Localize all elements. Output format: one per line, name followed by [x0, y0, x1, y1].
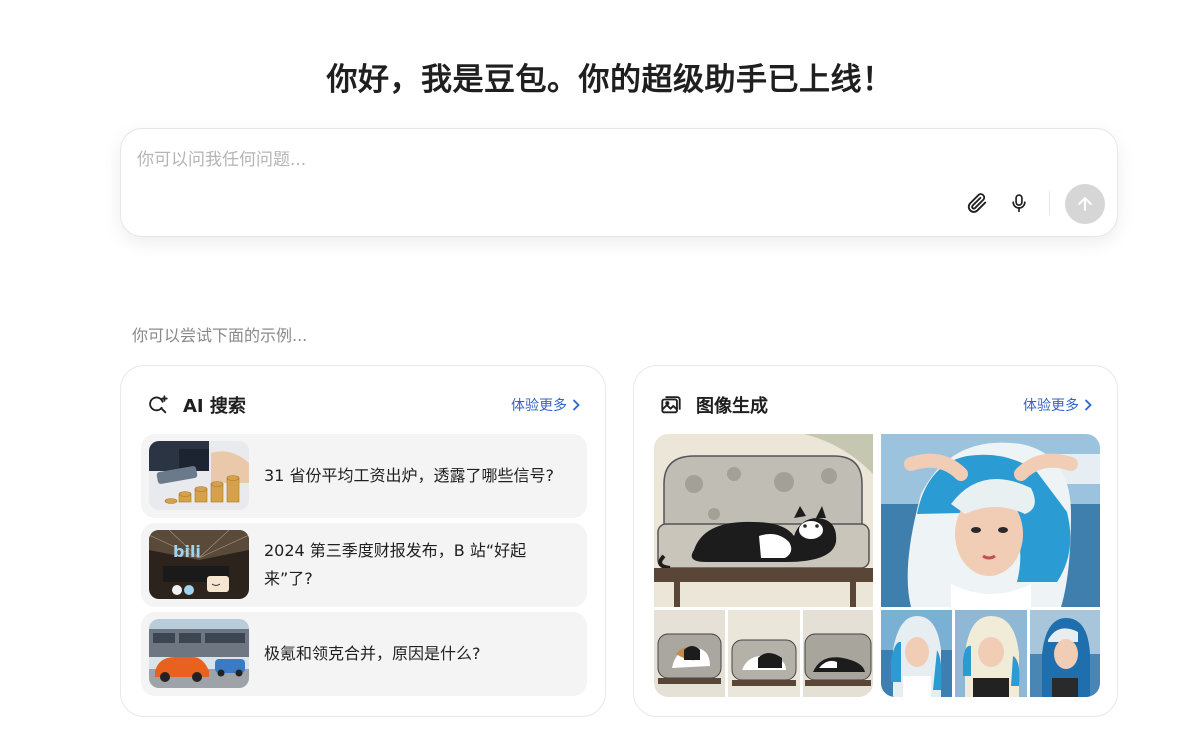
cat-sofa-thumbnail[interactable] [728, 610, 800, 697]
chat-input[interactable] [137, 145, 1037, 175]
page: 你好，我是豆包。你的超级助手已上线！ 你可以尝试下面的示例... [0, 0, 1180, 730]
examples-label: 你可以尝试下面的示例... [132, 326, 308, 345]
news-title: 极氪和领克合并，原因是什么? [264, 644, 481, 663]
ai-search-icon [147, 394, 169, 416]
welcome-headline: 你好，我是豆包。你的超级助手已上线！ [326, 62, 894, 98]
toolbar-divider [1049, 191, 1050, 215]
portrait-thumbnail[interactable] [955, 610, 1027, 697]
paperclip-icon [967, 193, 987, 213]
voice-input-button[interactable] [1005, 189, 1033, 217]
attach-button[interactable] [963, 189, 991, 217]
search-example-item[interactable]: 31 省份平均工资出炉，透露了哪些信号? [141, 434, 587, 518]
cat-sofa-image[interactable] [654, 434, 873, 607]
card-header: AI 搜索 体验更多 [147, 392, 581, 418]
news-title: 31 省份平均工资出炉，透露了哪些信号? [264, 466, 554, 485]
news-thumbnail: bili [149, 530, 249, 599]
image-gallery-icon [660, 394, 682, 416]
card-header: 图像生成 体验更多 [660, 392, 1093, 418]
microphone-icon [1012, 194, 1026, 213]
arrow-up-icon [1078, 197, 1092, 211]
search-more-link[interactable]: 体验更多 [511, 395, 581, 415]
image-examples-grid [654, 434, 1100, 697]
chevron-right-icon [573, 399, 580, 411]
news-thumbnail [149, 619, 249, 688]
more-link-label: 体验更多 [1023, 398, 1079, 414]
portrait-thumbnail[interactable] [1030, 610, 1100, 697]
cat-sofa-thumbnail[interactable] [803, 610, 873, 697]
more-link-label: 体验更多 [511, 398, 567, 414]
image-generation-card: 图像生成 体验更多 [633, 365, 1118, 717]
ai-search-card: AI 搜索 体验更多 31 省份平均工资出炉，透露了哪些信号? bili 202… [120, 365, 606, 717]
news-thumbnail [149, 441, 249, 510]
send-button[interactable] [1065, 184, 1105, 224]
cat-sofa-thumbnail[interactable] [654, 610, 725, 697]
blue-hair-portrait-image[interactable] [881, 434, 1100, 607]
image-more-link[interactable]: 体验更多 [1023, 395, 1093, 415]
card-title: AI 搜索 [183, 396, 246, 417]
news-title: 2024 第三季度财报发布，B 站“好起来”了? [264, 541, 527, 588]
search-example-item[interactable]: 极氪和领克合并，原因是什么? [141, 612, 587, 696]
chat-composer [120, 128, 1118, 237]
svg-text:bili: bili [173, 542, 201, 561]
portrait-thumbnail[interactable] [881, 610, 952, 697]
search-example-item[interactable]: bili 2024 第三季度财报发布，B 站“好起来”了? [141, 523, 587, 607]
chevron-right-icon [1085, 399, 1092, 411]
card-title: 图像生成 [696, 396, 768, 417]
